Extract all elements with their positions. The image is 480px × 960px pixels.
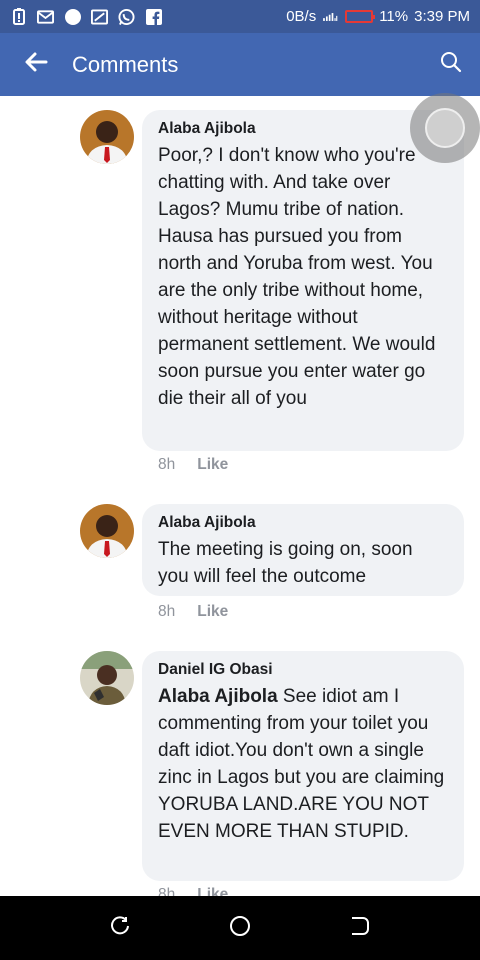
status-bar: 0B/s 11% 3:39 PM [0,0,480,33]
clock: 3:39 PM [414,8,470,25]
home-icon [228,914,252,943]
back-nav-icon [349,915,371,942]
comments-list: Alaba Ajibola Poor,? I don't know who yo… [0,96,480,896]
comment-meta: 8h Like [158,456,228,474]
comment-bubble[interactable]: Alaba Ajibola Poor,? I don't know who yo… [142,110,464,451]
battery-level: 11% [379,8,409,25]
whatsapp-icon [118,8,135,25]
network-speed: 0B/s [286,8,317,25]
comment-text: The meeting is going on, soon you will f… [158,539,413,587]
page-title: Comments [72,51,179,77]
comment-bubble[interactable]: Daniel IG Obasi Alaba Ajibola See idiot … [142,651,464,881]
battery-icon [345,10,376,23]
app-bar: Comments [0,33,480,96]
signal-icon [322,8,339,25]
like-button[interactable]: Like [197,886,228,896]
facebook-icon [145,8,162,25]
comment-text: Alaba Ajibola See idiot am I commenting … [158,683,448,845]
comment-author[interactable]: Alaba Ajibola [158,120,448,138]
comment-text: Poor,? I don't know who you're chatting … [158,145,436,409]
search-icon [440,51,462,78]
comment-bubble[interactable]: Alaba Ajibola The meeting is going on, s… [142,504,464,596]
navigation-bar [0,896,480,960]
back-button[interactable] [0,33,72,96]
screenshot-icon [91,8,108,25]
avatar[interactable] [80,110,134,164]
avatar[interactable] [80,504,134,558]
gmail-icon [37,8,54,25]
avatar[interactable] [80,651,134,705]
comment-author[interactable]: Alaba Ajibola [158,514,448,532]
comment-meta: 8h Like [158,603,228,621]
dot-icon [64,8,81,25]
battery-alert-icon [10,8,27,25]
comment-meta: 8h Like [158,886,228,896]
like-button[interactable]: Like [197,603,228,621]
arrow-left-icon [24,51,48,78]
search-button[interactable] [422,33,480,96]
floating-chat-head[interactable] [410,93,480,163]
comment-time[interactable]: 8h [158,886,175,896]
recent-apps-button[interactable] [100,908,140,948]
mention-link[interactable]: Alaba Ajibola [158,686,278,707]
back-nav-button[interactable] [340,908,380,948]
chat-head-icon [425,108,465,148]
like-button[interactable]: Like [197,456,228,474]
comment-time[interactable]: 8h [158,456,175,474]
home-button[interactable] [220,908,260,948]
comment-author[interactable]: Daniel IG Obasi [158,661,448,679]
recent-apps-icon [109,915,131,942]
comment-time[interactable]: 8h [158,603,175,621]
comment-text-body: See idiot am I commenting from your toil… [158,686,445,842]
